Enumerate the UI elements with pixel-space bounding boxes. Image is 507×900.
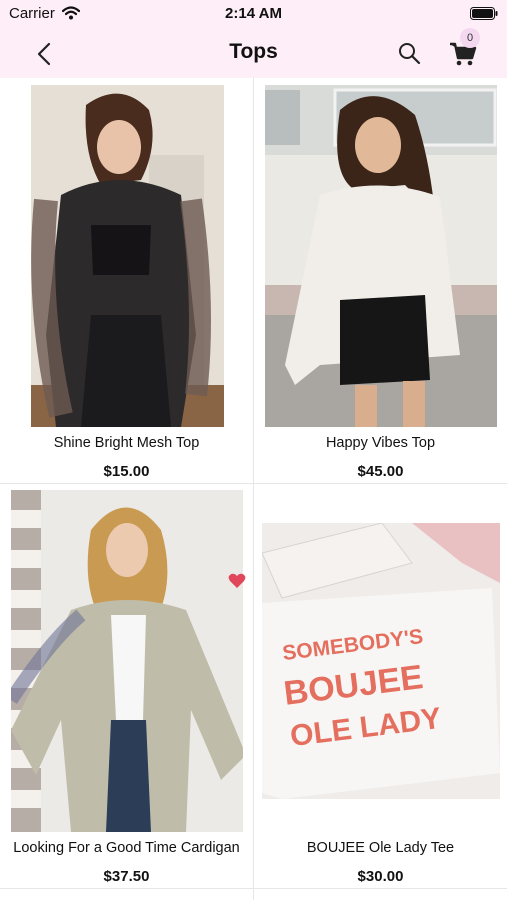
nav-bar: Tops 0 — [0, 28, 507, 78]
product-name: Happy Vibes Top — [325, 435, 436, 451]
product-image[interactable]: SOMEBODY'S BOUJEE OLE LADY — [262, 523, 500, 799]
page-title: Tops — [229, 40, 278, 63]
product-price: $45.00 — [357, 463, 404, 480]
product-name: Shine Bright Mesh Top — [53, 435, 200, 451]
product-name: Looking For a Good Time Cardigan — [13, 840, 240, 856]
status-time: 2:14 AM — [225, 5, 282, 22]
search-icon[interactable] — [396, 40, 422, 66]
product-image[interactable] — [31, 85, 224, 427]
product-name: BOUJEE Ole Lady Tee — [306, 840, 455, 856]
status-bar: Carrier 2:14 AM — [0, 0, 507, 28]
grid-divider-horizontal — [0, 888, 507, 889]
product-card-shine-bright-mesh-top[interactable]: Shine Bright Mesh Top $15.00 — [0, 78, 253, 483]
product-image[interactable] — [11, 490, 243, 832]
product-card-good-time-cardigan[interactable]: Looking For a Good Time Cardigan $37.50 — [0, 483, 253, 888]
battery-icon — [470, 7, 498, 20]
product-grid: Shine Bright Mesh Top $15.00 Happy Vibes… — [0, 78, 507, 900]
product-image[interactable] — [265, 85, 497, 427]
product-price: $15.00 — [103, 463, 150, 480]
product-price: $37.50 — [103, 868, 150, 885]
cart-count-badge: 0 — [460, 28, 480, 48]
product-price: $30.00 — [357, 868, 404, 885]
product-card-happy-vibes-top[interactable]: Happy Vibes Top $45.00 — [254, 78, 507, 483]
product-card-boujee-ole-lady-tee[interactable]: SOMEBODY'S BOUJEE OLE LADY BOUJEE Ole La… — [254, 483, 507, 888]
favorite-heart-icon[interactable] — [228, 573, 246, 589]
